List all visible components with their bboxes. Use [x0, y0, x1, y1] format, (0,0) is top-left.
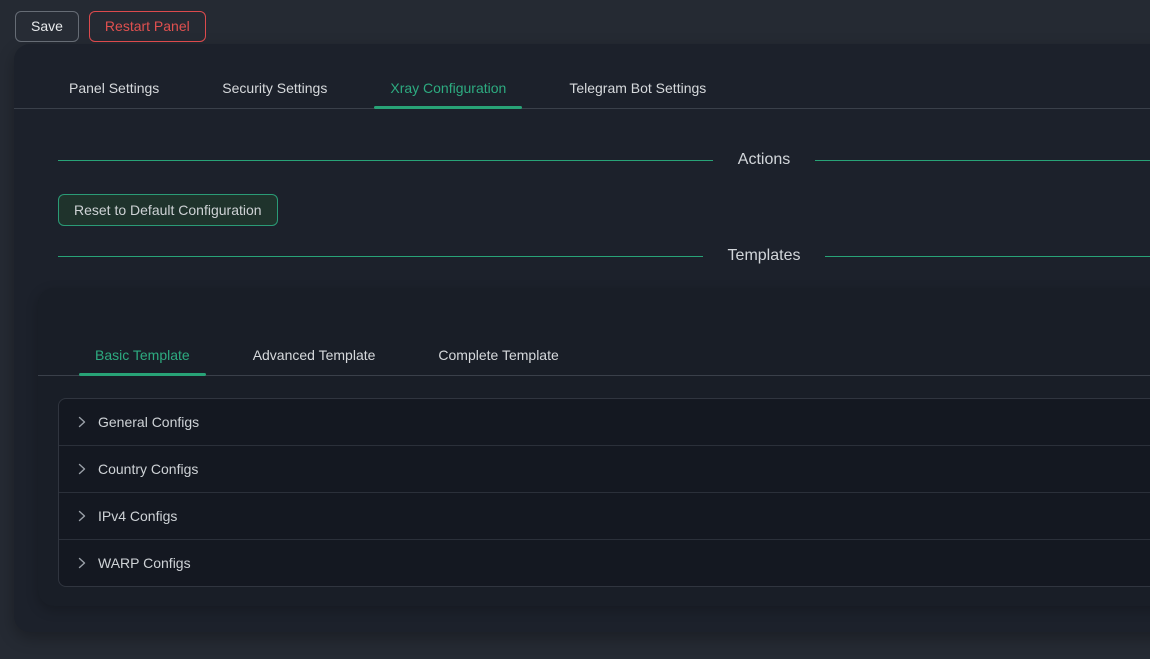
tab-complete-template[interactable]: Complete Template	[422, 335, 574, 375]
xray-configuration-panel: Actions Reset to Default Configuration T…	[14, 149, 1150, 606]
restart-panel-button[interactable]: Restart Panel	[89, 11, 206, 42]
chevron-right-icon	[76, 510, 88, 522]
accordion-row-label: IPv4 Configs	[98, 508, 177, 524]
tab-xray-configuration[interactable]: Xray Configuration	[374, 68, 522, 108]
settings-tabbar: Panel Settings Security Settings Xray Co…	[14, 44, 1150, 109]
accordion-row-warp-configs[interactable]: WARP Configs	[59, 540, 1150, 586]
accordion-row-country-configs[interactable]: Country Configs	[59, 446, 1150, 493]
actions-divider-title: Actions	[738, 149, 790, 171]
accordion-row-label: Country Configs	[98, 461, 198, 477]
settings-card: Panel Settings Security Settings Xray Co…	[14, 44, 1150, 632]
tab-advanced-template[interactable]: Advanced Template	[237, 335, 392, 375]
chevron-right-icon	[76, 463, 88, 475]
tab-security-settings[interactable]: Security Settings	[206, 68, 343, 108]
templates-tabbar: Basic Template Advanced Template Complet…	[38, 288, 1150, 376]
accordion-row-label: General Configs	[98, 414, 199, 430]
tab-basic-template[interactable]: Basic Template	[79, 335, 206, 375]
configs-accordion: General Configs Country Configs IPv4 Con…	[58, 398, 1150, 587]
chevron-right-icon	[76, 416, 88, 428]
tab-telegram-bot-settings[interactable]: Telegram Bot Settings	[553, 68, 722, 108]
save-button[interactable]: Save	[15, 11, 79, 42]
topbar: Save Restart Panel	[0, 0, 1150, 44]
actions-divider: Actions	[58, 149, 1150, 171]
accordion-row-ipv4-configs[interactable]: IPv4 Configs	[59, 493, 1150, 540]
reset-to-default-configuration-button[interactable]: Reset to Default Configuration	[58, 194, 278, 226]
templates-divider: Templates	[58, 245, 1150, 267]
chevron-right-icon	[76, 557, 88, 569]
accordion-row-label: WARP Configs	[98, 555, 191, 571]
templates-divider-title: Templates	[728, 245, 801, 267]
templates-card: Basic Template Advanced Template Complet…	[38, 288, 1150, 606]
accordion-row-general-configs[interactable]: General Configs	[59, 399, 1150, 446]
tab-panel-settings[interactable]: Panel Settings	[53, 68, 175, 108]
